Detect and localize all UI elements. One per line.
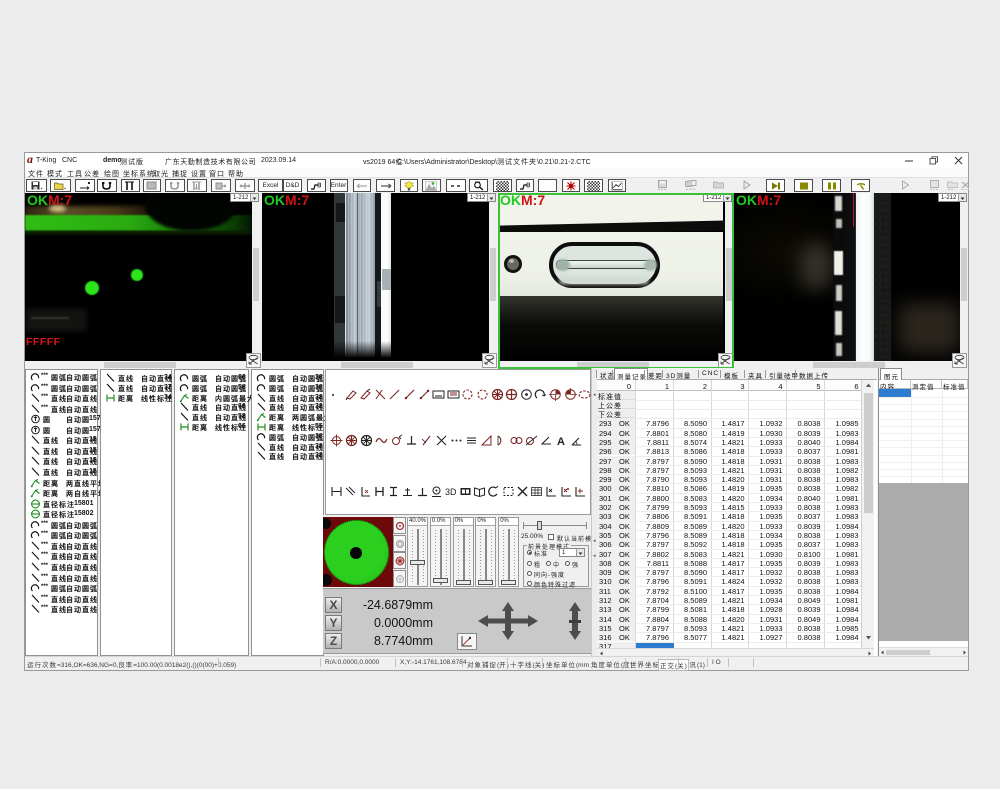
svg-text:A: A: [557, 436, 565, 447]
svg-text:3D: 3D: [445, 487, 457, 497]
